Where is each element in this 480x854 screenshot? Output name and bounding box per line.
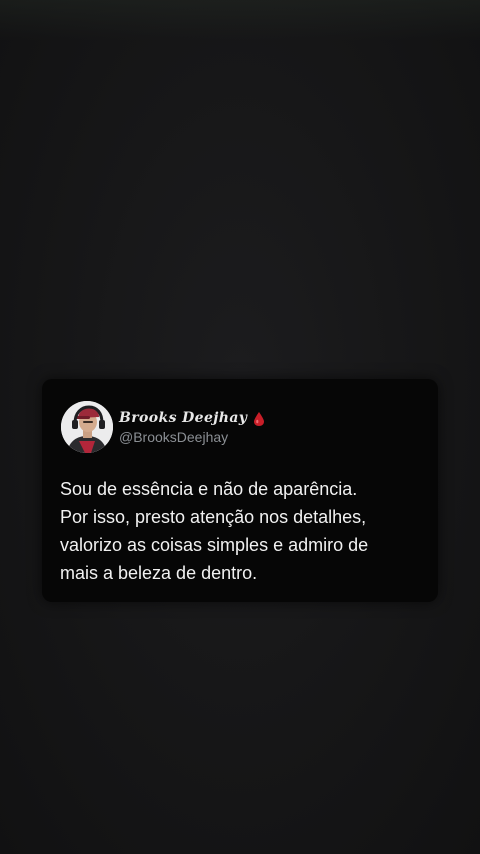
author-name-row: Brooks Deejhay: [119, 409, 265, 427]
tweet-text-line: Sou de essência e não de aparência.: [60, 479, 358, 499]
tweet-text-line: Por isso, presto atenção nos detalhes,: [60, 507, 367, 527]
tweet-text-line: mais a beleza de dentro.: [60, 563, 258, 583]
tweet-card: Brooks Deejhay @BrooksDeejhay Sou de ess…: [42, 379, 438, 602]
blood-drop-icon: [253, 411, 265, 427]
author-display-name[interactable]: Brooks Deejhay: [119, 410, 247, 426]
profile-photo-icon: [61, 401, 113, 453]
tweet-text: Sou de essência e não de aparência. Por …: [60, 475, 425, 587]
background-glow: [0, 0, 480, 40]
avatar[interactable]: [61, 401, 113, 453]
tweet-text-line: valorizo as coisas simples e admiro de: [60, 535, 369, 555]
author-handle[interactable]: @BrooksDeejhay: [119, 429, 228, 445]
